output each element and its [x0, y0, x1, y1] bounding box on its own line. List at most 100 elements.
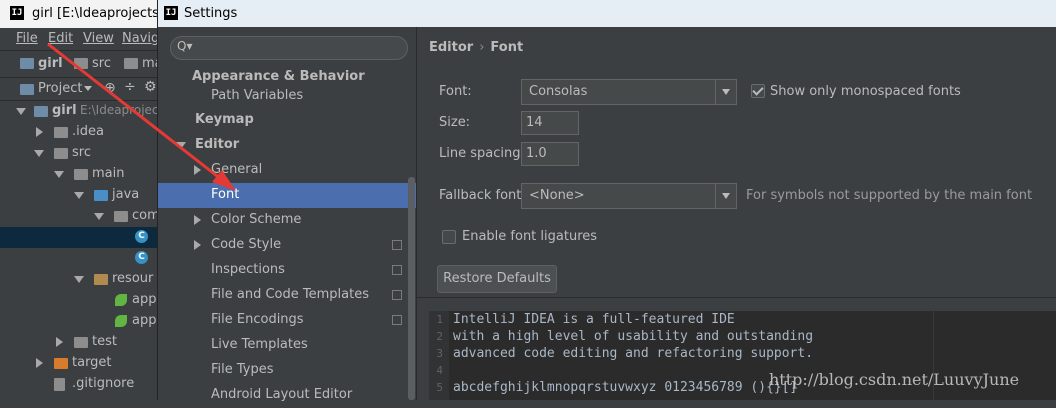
nav-path-variables[interactable]: Path Variables — [158, 84, 416, 109]
nav-file-code-templates[interactable]: File and Code Templates — [158, 283, 416, 308]
crumb-girl[interactable]: girl — [38, 56, 63, 71]
nav-font[interactable]: Font — [158, 183, 416, 208]
tree-label: appl — [132, 313, 161, 328]
size-input[interactable] — [521, 111, 579, 135]
line-text: IntelliJ IDEA is a full-featured IDE — [453, 312, 735, 327]
nav-inspections[interactable]: Inspections — [158, 258, 416, 283]
tree-row[interactable]: .gitignore — [0, 374, 160, 395]
file-icon — [54, 378, 65, 391]
class-icon: C — [135, 230, 148, 243]
chevron-down-icon[interactable] — [34, 150, 44, 157]
monospaced-label[interactable]: Show only monospaced fonts — [770, 84, 961, 99]
ligatures-label[interactable]: Enable font ligatures — [462, 229, 597, 244]
line-text: advanced code editing and refactoring su… — [453, 346, 814, 361]
nav-general[interactable]: General — [158, 158, 416, 183]
project-view-label[interactable]: Project — [38, 81, 82, 96]
chevron-right-icon[interactable] — [194, 215, 201, 225]
nav-label: Appearance & Behavior — [192, 69, 365, 84]
menu-navigate[interactable]: Navig — [122, 31, 159, 46]
tree-row[interactable]: .idea — [0, 122, 160, 143]
tree-row[interactable]: resour — [0, 269, 160, 290]
intellij-logo-icon: IJ — [10, 6, 24, 20]
nav-code-style[interactable]: Code Style — [158, 233, 416, 258]
tree-row[interactable]: girl E:\Ideaproject — [0, 101, 163, 122]
preview-line: 2 with a high level of usability and outs… — [429, 329, 1056, 346]
collapse-icon[interactable]: ÷ — [124, 79, 136, 95]
monospaced-checkbox[interactable] — [751, 84, 765, 98]
settings-breadcrumb: Editor › Font — [429, 40, 523, 55]
tree-row[interactable]: main — [0, 164, 160, 185]
chevron-down-icon[interactable] — [84, 86, 92, 91]
tree-row[interactable]: C — [0, 227, 160, 248]
chevron-down-icon[interactable] — [94, 213, 104, 220]
chevron-down-icon[interactable] — [74, 192, 84, 199]
restore-defaults-button[interactable]: Restore Defaults — [437, 265, 557, 293]
crosshair-icon[interactable]: ⊕ — [104, 80, 116, 96]
chevron-down-icon[interactable] — [715, 184, 736, 208]
nav-label: Keymap — [195, 112, 254, 127]
project-level-icon — [392, 315, 402, 325]
tree-row[interactable]: src — [0, 143, 160, 164]
chevron-right-icon[interactable] — [36, 127, 43, 137]
tree-row[interactable]: com — [0, 206, 160, 227]
menu-edit[interactable]: Edit — [48, 31, 73, 46]
line-spacing-input[interactable] — [521, 142, 579, 166]
settings-search-input[interactable]: Q▾ — [170, 36, 408, 60]
source-folder-icon — [94, 190, 108, 201]
line-number: 1 — [436, 313, 443, 326]
gear-icon[interactable]: ⚙ — [144, 79, 157, 95]
nav-scrollbar[interactable] — [408, 177, 415, 400]
tree-label: .gitignore — [72, 376, 135, 391]
chevron-right-icon[interactable] — [36, 358, 43, 368]
line-number: 4 — [436, 364, 443, 377]
chevron-right-icon[interactable] — [56, 337, 63, 347]
chevron-down-icon[interactable] — [176, 142, 186, 149]
chevron-right-icon[interactable] — [194, 165, 201, 175]
project-level-icon — [392, 240, 402, 250]
font-select[interactable]: Consolas — [521, 79, 737, 105]
nav-keymap[interactable]: Keymap — [158, 108, 416, 133]
excluded-folder-icon — [54, 358, 68, 369]
size-input-field[interactable] — [522, 112, 576, 132]
chevron-down-icon[interactable] — [16, 108, 26, 115]
tree-row[interactable]: appl — [0, 290, 160, 311]
ide-window-title: girl [E:\Ideaprojects\g — [32, 6, 172, 21]
line-text: with a high level of usability and outst… — [453, 329, 814, 344]
breadcrumb-current: Font — [490, 40, 524, 55]
nav-android-layout-editor[interactable]: Android Layout Editor — [158, 383, 416, 408]
chevron-down-icon[interactable] — [54, 171, 64, 178]
menu-view[interactable]: View — [83, 31, 114, 46]
class-icon: C — [135, 251, 148, 264]
nav-label: Color Scheme — [211, 212, 302, 227]
tree-row[interactable]: java — [0, 185, 160, 206]
crumb-src[interactable]: src — [92, 56, 111, 71]
menu-file[interactable]: File — [16, 31, 38, 46]
line-spacing-label: Line spacing: — [439, 146, 525, 161]
tree-row[interactable]: test — [0, 332, 160, 353]
tree-row[interactable]: appl — [0, 311, 160, 332]
nav-label: File Types — [211, 362, 274, 377]
nav-file-types[interactable]: File Types — [158, 358, 416, 383]
spring-config-icon — [115, 294, 127, 306]
nav-label: Font — [211, 187, 240, 202]
font-select-value: Consolas — [529, 84, 588, 99]
chevron-down-icon[interactable] — [715, 80, 736, 104]
tree-label: com — [132, 208, 160, 223]
nav-color-scheme[interactable]: Color Scheme — [158, 208, 416, 233]
tree-row[interactable]: target — [0, 353, 160, 374]
chevron-right-icon[interactable] — [194, 240, 201, 250]
nav-editor[interactable]: Editor — [158, 133, 416, 158]
tree-row[interactable]: C — [0, 248, 160, 269]
line-number: 5 — [436, 381, 443, 394]
nav-label: Inspections — [211, 262, 285, 277]
tree-label: girl — [52, 103, 77, 118]
fallback-font-select[interactable]: <None> — [521, 183, 737, 209]
intellij-logo-icon: IJ — [164, 6, 178, 20]
nav-live-templates[interactable]: Live Templates — [158, 333, 416, 358]
line-spacing-input-field[interactable] — [522, 143, 576, 163]
folder-icon — [54, 127, 68, 138]
nav-file-encodings[interactable]: File Encodings — [158, 308, 416, 333]
folder-icon — [54, 148, 68, 159]
chevron-down-icon[interactable] — [74, 276, 84, 283]
ligatures-checkbox[interactable] — [442, 230, 456, 244]
